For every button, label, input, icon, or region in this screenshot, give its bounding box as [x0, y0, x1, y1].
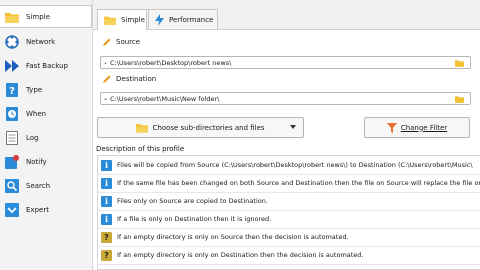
network-icon — [5, 34, 19, 49]
choose-subdirectories-button[interactable]: Choose sub-directories and files — [97, 117, 304, 138]
lightning-icon — [155, 13, 164, 26]
sidebar-item-log[interactable]: Log — [0, 126, 92, 149]
search-icon — [5, 178, 19, 193]
browse-folder-icon[interactable] — [455, 59, 464, 67]
sidebar: Simple Network Fast Backup ? Type When L… — [0, 0, 93, 270]
sidebar-item-label: Fast Backup — [26, 61, 68, 70]
sidebar-item-simple[interactable]: Simple — [0, 5, 92, 28]
source-label-text: Source — [116, 38, 141, 46]
list-item: ? If an empty directory is only on Desti… — [98, 246, 480, 265]
dropdown-arrow-icon — [290, 125, 296, 129]
tab-bar: Simple Performance — [93, 0, 480, 30]
log-icon — [5, 130, 19, 145]
sidebar-item-label: Search — [26, 181, 51, 190]
source-label: Source — [103, 38, 140, 46]
change-filter-button[interactable]: Change Filter — [364, 117, 470, 138]
list-item-text: Files only on Source are copied to Desti… — [117, 197, 268, 205]
change-filter-label: Change Filter — [400, 123, 448, 132]
sidebar-item-label: Log — [26, 133, 39, 142]
sidebar-item-type[interactable]: ? Type — [0, 78, 92, 101]
question-icon: ? — [101, 249, 112, 261]
sidebar-item-label: When — [26, 109, 47, 118]
description-list: i Files will be copied from Source (C:\U… — [97, 155, 480, 270]
list-item: i Files only on Source are copied to Des… — [98, 192, 480, 211]
folder-icon — [5, 10, 19, 24]
sidebar-item-network[interactable]: Network — [0, 30, 92, 53]
info-icon: i — [101, 159, 112, 171]
destination-label-text: Destination — [116, 75, 157, 83]
list-item-text: If an empty directory is only on Source … — [117, 233, 349, 241]
svg-text:?: ? — [9, 86, 15, 97]
folder-tree-icon — [136, 122, 149, 133]
tab-simple[interactable]: Simple — [97, 9, 147, 30]
destination-path-value: C:\Users\robert\Music\New folder\ — [110, 94, 220, 103]
destination-path-combobox[interactable]: ⌄ C:\Users\robert\Music\New folder\ — [100, 92, 471, 105]
list-item: i If the same file has been changed on b… — [98, 174, 480, 193]
destination-label: Destination — [103, 75, 156, 83]
sidebar-item-notify[interactable]: Notify — [0, 150, 92, 173]
sidebar-item-when[interactable]: When — [0, 102, 92, 125]
notify-icon — [5, 154, 19, 169]
list-item: i If a file is only on Destination then … — [98, 210, 480, 229]
filter-icon — [386, 122, 397, 133]
list-item-text: If a file is only on Destination then it… — [117, 215, 272, 223]
sidebar-item-label: Expert — [26, 205, 49, 214]
list-item-text: If the same file has been changed on bot… — [117, 179, 480, 187]
sidebar-item-expert[interactable]: Expert — [0, 198, 92, 221]
sidebar-item-label: Network — [26, 37, 56, 46]
browse-folder-icon[interactable] — [455, 95, 464, 103]
pencil-icon — [103, 75, 111, 83]
info-icon: i — [101, 177, 112, 189]
sidebar-item-fast-backup[interactable]: Fast Backup — [0, 54, 92, 77]
tab-label: Performance — [169, 15, 214, 24]
main-panel: Simple Performance Source ⌄ C:\Users\rob… — [93, 0, 480, 270]
list-item-text: Files will be copied from Source (C:\Use… — [117, 161, 473, 169]
chevron-down-icon — [5, 202, 19, 217]
type-icon: ? — [5, 82, 19, 97]
list-item: i Files will be copied from Source (C:\U… — [98, 156, 480, 175]
tab-performance[interactable]: Performance — [148, 9, 218, 29]
choose-subdirectories-label: Choose sub-directories and files — [152, 123, 265, 132]
chevron-down-icon[interactable]: ⌄ — [103, 59, 108, 66]
description-title: Description of this profile — [96, 145, 185, 153]
sidebar-item-search[interactable]: Search — [0, 174, 92, 197]
sidebar-item-label: Notify — [26, 157, 47, 166]
question-icon: ? — [101, 231, 112, 243]
folder-icon — [104, 15, 116, 25]
fast-forward-icon — [5, 59, 19, 73]
info-icon: i — [101, 195, 112, 207]
pencil-icon — [103, 38, 111, 46]
source-path-combobox[interactable]: ⌄ C:\Users\robert\Desktop\robert news\ — [100, 56, 471, 69]
source-path-value: C:\Users\robert\Desktop\robert news\ — [110, 58, 232, 67]
chevron-down-icon[interactable]: ⌄ — [103, 95, 108, 102]
list-item-text: If an empty directory is only on Destina… — [117, 251, 364, 259]
list-item: ? If an empty directory is only on Sourc… — [98, 228, 480, 247]
clock-icon — [5, 106, 19, 121]
sidebar-item-label: Type — [26, 85, 43, 94]
sidebar-item-label: Simple — [26, 12, 50, 21]
info-icon: i — [101, 213, 112, 225]
tab-label: Simple — [121, 16, 145, 24]
